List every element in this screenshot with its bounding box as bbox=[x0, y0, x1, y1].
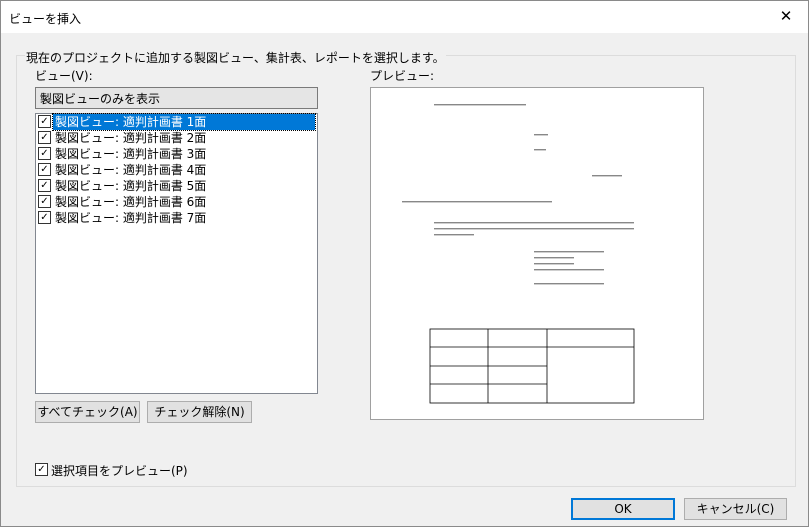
list-item-label: 製図ビュー: 適判計画書 5面 bbox=[55, 179, 207, 193]
list-item-label: 製図ビュー: 適判計画書 2面 bbox=[55, 131, 207, 145]
checkbox[interactable]: ✓ bbox=[38, 179, 51, 192]
list-item[interactable]: ✓ 製図ビュー: 適判計画書 3面 bbox=[36, 146, 315, 162]
checkbox[interactable]: ✓ bbox=[38, 131, 51, 144]
checkbox[interactable]: ✓ bbox=[38, 163, 51, 176]
document-preview bbox=[372, 89, 702, 418]
list-item-label: 製図ビュー: 適判計画書 1面 bbox=[52, 113, 316, 131]
list-item-label: 製図ビュー: 適判計画書 6面 bbox=[55, 195, 207, 209]
list-item-label: 製図ビュー: 適判計画書 7面 bbox=[55, 211, 207, 225]
dialog-title: ビューを挿入 bbox=[9, 12, 82, 26]
uncheck-all-button[interactable]: チェック解除(N) bbox=[147, 401, 252, 423]
ok-button[interactable]: OK bbox=[571, 498, 675, 520]
cancel-button[interactable]: キャンセル(C) bbox=[684, 498, 787, 520]
title-bar: ビューを挿入 ✕ bbox=[1, 1, 808, 33]
checkbox[interactable]: ✓ bbox=[38, 147, 51, 160]
document-preview-image bbox=[402, 104, 635, 404]
list-item[interactable]: ✓ 製図ビュー: 適判計画書 7面 bbox=[36, 210, 315, 226]
check-all-button[interactable]: すべてチェック(A) bbox=[35, 401, 140, 423]
view-label: ビュー(V): bbox=[35, 69, 93, 83]
list-item[interactable]: ✓ 製図ビュー: 適判計画書 4面 bbox=[36, 162, 315, 178]
preview-pane bbox=[370, 87, 704, 420]
view-filter-select[interactable]: 製図ビューのみを表示 ⌵ bbox=[35, 87, 318, 109]
checkbox[interactable]: ✓ bbox=[38, 115, 51, 128]
list-item[interactable]: ✓ 製図ビュー: 適判計画書 1面 bbox=[36, 113, 316, 131]
preview-checkbox[interactable]: ✓ bbox=[35, 463, 48, 476]
checkbox[interactable]: ✓ bbox=[38, 211, 51, 224]
preview-label: プレビュー: bbox=[370, 69, 435, 83]
list-item[interactable]: ✓ 製図ビュー: 適判計画書 6面 bbox=[36, 194, 315, 210]
list-item-label: 製図ビュー: 適判計画書 3面 bbox=[55, 147, 207, 161]
list-item[interactable]: ✓ 製図ビュー: 適判計画書 2面 bbox=[36, 130, 315, 146]
chevron-down-icon: ⌵ bbox=[40, 90, 49, 103]
preview-checkbox-label: 選択項目をプレビュー(P) bbox=[51, 464, 188, 478]
group-label: 現在のプロジェクトに追加する製図ビュー、集計表、レポートを選択します。 bbox=[25, 49, 446, 66]
insert-view-dialog: ビューを挿入 ✕ 現在のプロジェクトに追加する製図ビュー、集計表、レポートを選択… bbox=[0, 0, 809, 527]
list-item[interactable]: ✓ 製図ビュー: 適判計画書 5面 bbox=[36, 178, 315, 194]
list-item-label: 製図ビュー: 適判計画書 4面 bbox=[55, 163, 207, 177]
view-list[interactable]: ✓ 製図ビュー: 適判計画書 1面 ✓ 製図ビュー: 適判計画書 2面 ✓ 製図… bbox=[35, 113, 318, 394]
checkbox[interactable]: ✓ bbox=[38, 195, 51, 208]
close-icon[interactable]: ✕ bbox=[764, 1, 808, 31]
